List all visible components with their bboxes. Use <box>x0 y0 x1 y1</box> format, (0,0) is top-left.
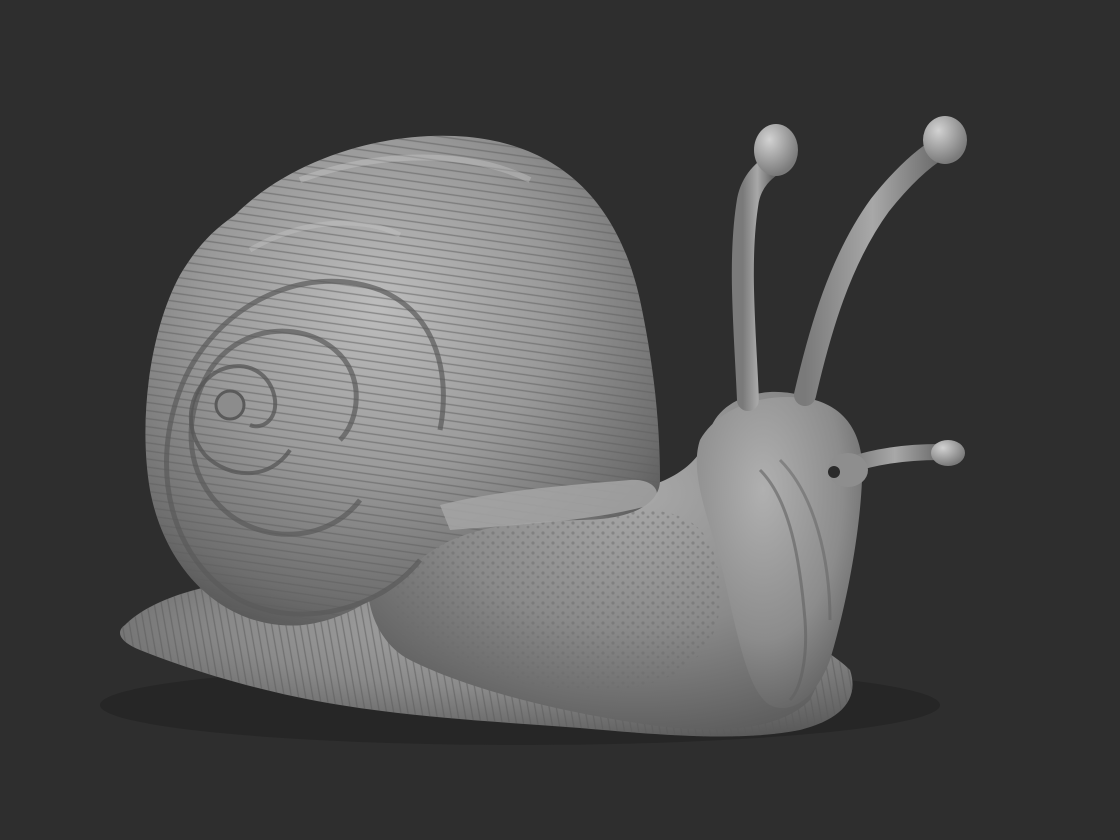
eye-stalk-left <box>731 124 798 411</box>
eye-stalk-right <box>794 116 967 406</box>
snail-model <box>100 116 967 745</box>
sculpt-viewport[interactable] <box>0 0 1120 840</box>
shell-apex <box>214 389 246 421</box>
